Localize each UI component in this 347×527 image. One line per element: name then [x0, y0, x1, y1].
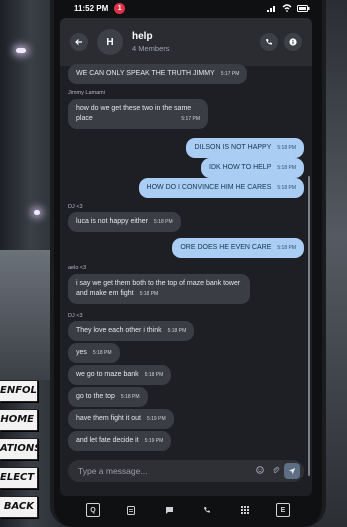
chat-header: H help 4 Members — [60, 18, 312, 66]
message-text: DILSON IS NOT HAPPY — [194, 144, 272, 151]
phone-dock: Q E — [54, 498, 322, 522]
message-text: have them fight it out — [76, 415, 141, 422]
info-icon[interactable] — [284, 33, 302, 51]
phone-icon[interactable] — [200, 503, 214, 517]
message-time: 5:18 PM — [277, 165, 296, 171]
message-time: 5:18 PM — [120, 394, 140, 400]
messaging-app: H help 4 Members WE CAN ONLY SPEAK THE T… — [60, 18, 312, 496]
message-text: yes — [76, 349, 87, 356]
group-info[interactable]: help 4 Members — [132, 31, 170, 53]
message-text: luca is not happy either — [76, 218, 148, 225]
message-text: They love each other i think — [76, 327, 162, 334]
header-actions — [260, 33, 302, 51]
sender-name: DJ <3 — [68, 313, 83, 319]
sender-name: Jimmy Lamami — [68, 90, 105, 96]
message-bubble[interactable]: have them fight it out 5:19 PM — [68, 409, 174, 429]
message-text: IDK HOW TO HELP — [209, 164, 272, 171]
notes-icon[interactable] — [124, 503, 138, 517]
message-time: 5:18 PM — [277, 185, 296, 191]
message-text: WE CAN ONLY SPEAK THE TRUTH JIMMY — [76, 70, 215, 77]
message-text: we go to maze bank — [76, 371, 139, 378]
dock-key-e[interactable]: E — [276, 503, 290, 517]
menu-item-select[interactable]: ELECT — [0, 467, 38, 489]
arrow-left-icon[interactable] — [70, 33, 88, 51]
message-bubble[interactable]: IDK HOW TO HELP 5:18 PM — [201, 158, 304, 178]
background-light — [34, 210, 40, 215]
message-bubble[interactable]: yes 5:18 PM — [68, 343, 120, 363]
message-bubble[interactable]: luca is not happy either 5:18 PM — [68, 212, 181, 232]
phone-icon[interactable] — [260, 33, 278, 51]
message-input[interactable] — [78, 466, 252, 476]
message-time: 5:18 PM — [144, 372, 164, 378]
message-text: ORE DOES HE EVEN CARE — [180, 244, 272, 251]
status-time: 11:52 PM — [74, 3, 109, 13]
message-list[interactable]: WE CAN ONLY SPEAK THE TRUTH JIMMY 5:17 PM… — [60, 64, 312, 476]
message-bubble[interactable]: HOW DO I CONVINCE HIM HE CARES 5:18 PM — [138, 178, 304, 198]
game-side-menu: ENFOLD HOME ATIONS ELECT BACK — [0, 380, 40, 525]
message-text: and let fate decide it — [76, 437, 139, 444]
message-time: 5:17 PM — [181, 116, 200, 122]
message-bubble[interactable]: They love each other i think 5:18 PM — [68, 321, 195, 341]
message-time: 5:18 PM — [277, 245, 296, 251]
message-bubble[interactable]: go to the top 5:18 PM — [68, 387, 148, 407]
messages-icon[interactable] — [162, 503, 176, 517]
message-composer — [68, 460, 304, 482]
message-text: go to the top — [76, 393, 115, 400]
menu-item-home[interactable]: HOME — [0, 409, 38, 431]
apps-grid-icon[interactable] — [238, 503, 252, 517]
message-text: how do we get these two in the same plac… — [76, 105, 192, 122]
message-scrollbar[interactable] — [308, 176, 310, 476]
message-time: 5:19 PM — [144, 438, 164, 444]
message-bubble[interactable]: DILSON IS NOT HAPPY 5:18 PM — [186, 138, 304, 158]
avatar[interactable]: H — [97, 29, 123, 55]
message-time: 5:18 PM — [92, 350, 112, 356]
send-icon[interactable] — [284, 463, 300, 479]
message-bubble[interactable]: ORE DOES HE EVEN CARE 5:18 PM — [172, 238, 304, 258]
notification-badge[interactable]: 1 — [114, 2, 126, 14]
message-bubble[interactable]: how do we get these two in the same plac… — [68, 99, 208, 129]
message-text: HOW DO I CONVINCE HIM HE CARES — [146, 184, 272, 191]
background-light — [16, 48, 26, 53]
paperclip-icon[interactable] — [272, 466, 280, 476]
sender-name: DJ <3 — [68, 204, 83, 210]
status-icons — [267, 4, 310, 12]
menu-item-animations[interactable]: ATIONS — [0, 438, 38, 460]
message-time: 5:18 PM — [139, 291, 159, 297]
message-time: 5:18 PM — [167, 328, 187, 334]
wifi-icon — [282, 4, 292, 12]
message-bubble[interactable]: and let fate decide it 5:19 PM — [68, 431, 172, 451]
sender-name: aelo <3 — [68, 265, 87, 271]
message-time: 5:19 PM — [146, 416, 166, 422]
phone-frame: 11:52 PM 1 H help 4 Members WE CAN ONLY … — [50, 0, 326, 527]
message-bubble[interactable]: WE CAN ONLY SPEAK THE TRUTH JIMMY 5:17 PM — [68, 64, 248, 84]
message-time: 5:18 PM — [277, 145, 296, 151]
battery-icon — [297, 4, 310, 12]
message-bubble[interactable]: i say we get them both to the top of maz… — [68, 274, 250, 304]
menu-item-back[interactable]: BACK — [0, 496, 38, 518]
signal-icon — [267, 6, 275, 12]
menu-item-unfold[interactable]: ENFOLD — [0, 380, 38, 402]
dock-key-q[interactable]: Q — [86, 503, 100, 517]
message-time: 5:18 PM — [154, 219, 173, 225]
member-count: 4 Members — [132, 44, 170, 53]
message-text: i say we get them both to the top of maz… — [76, 280, 241, 297]
message-bubble[interactable]: we go to maze bank 5:18 PM — [68, 365, 172, 385]
status-bar: 11:52 PM 1 — [54, 0, 322, 16]
smile-icon[interactable] — [256, 466, 264, 476]
message-time: 5:17 PM — [220, 71, 240, 77]
group-title: help — [132, 31, 153, 42]
